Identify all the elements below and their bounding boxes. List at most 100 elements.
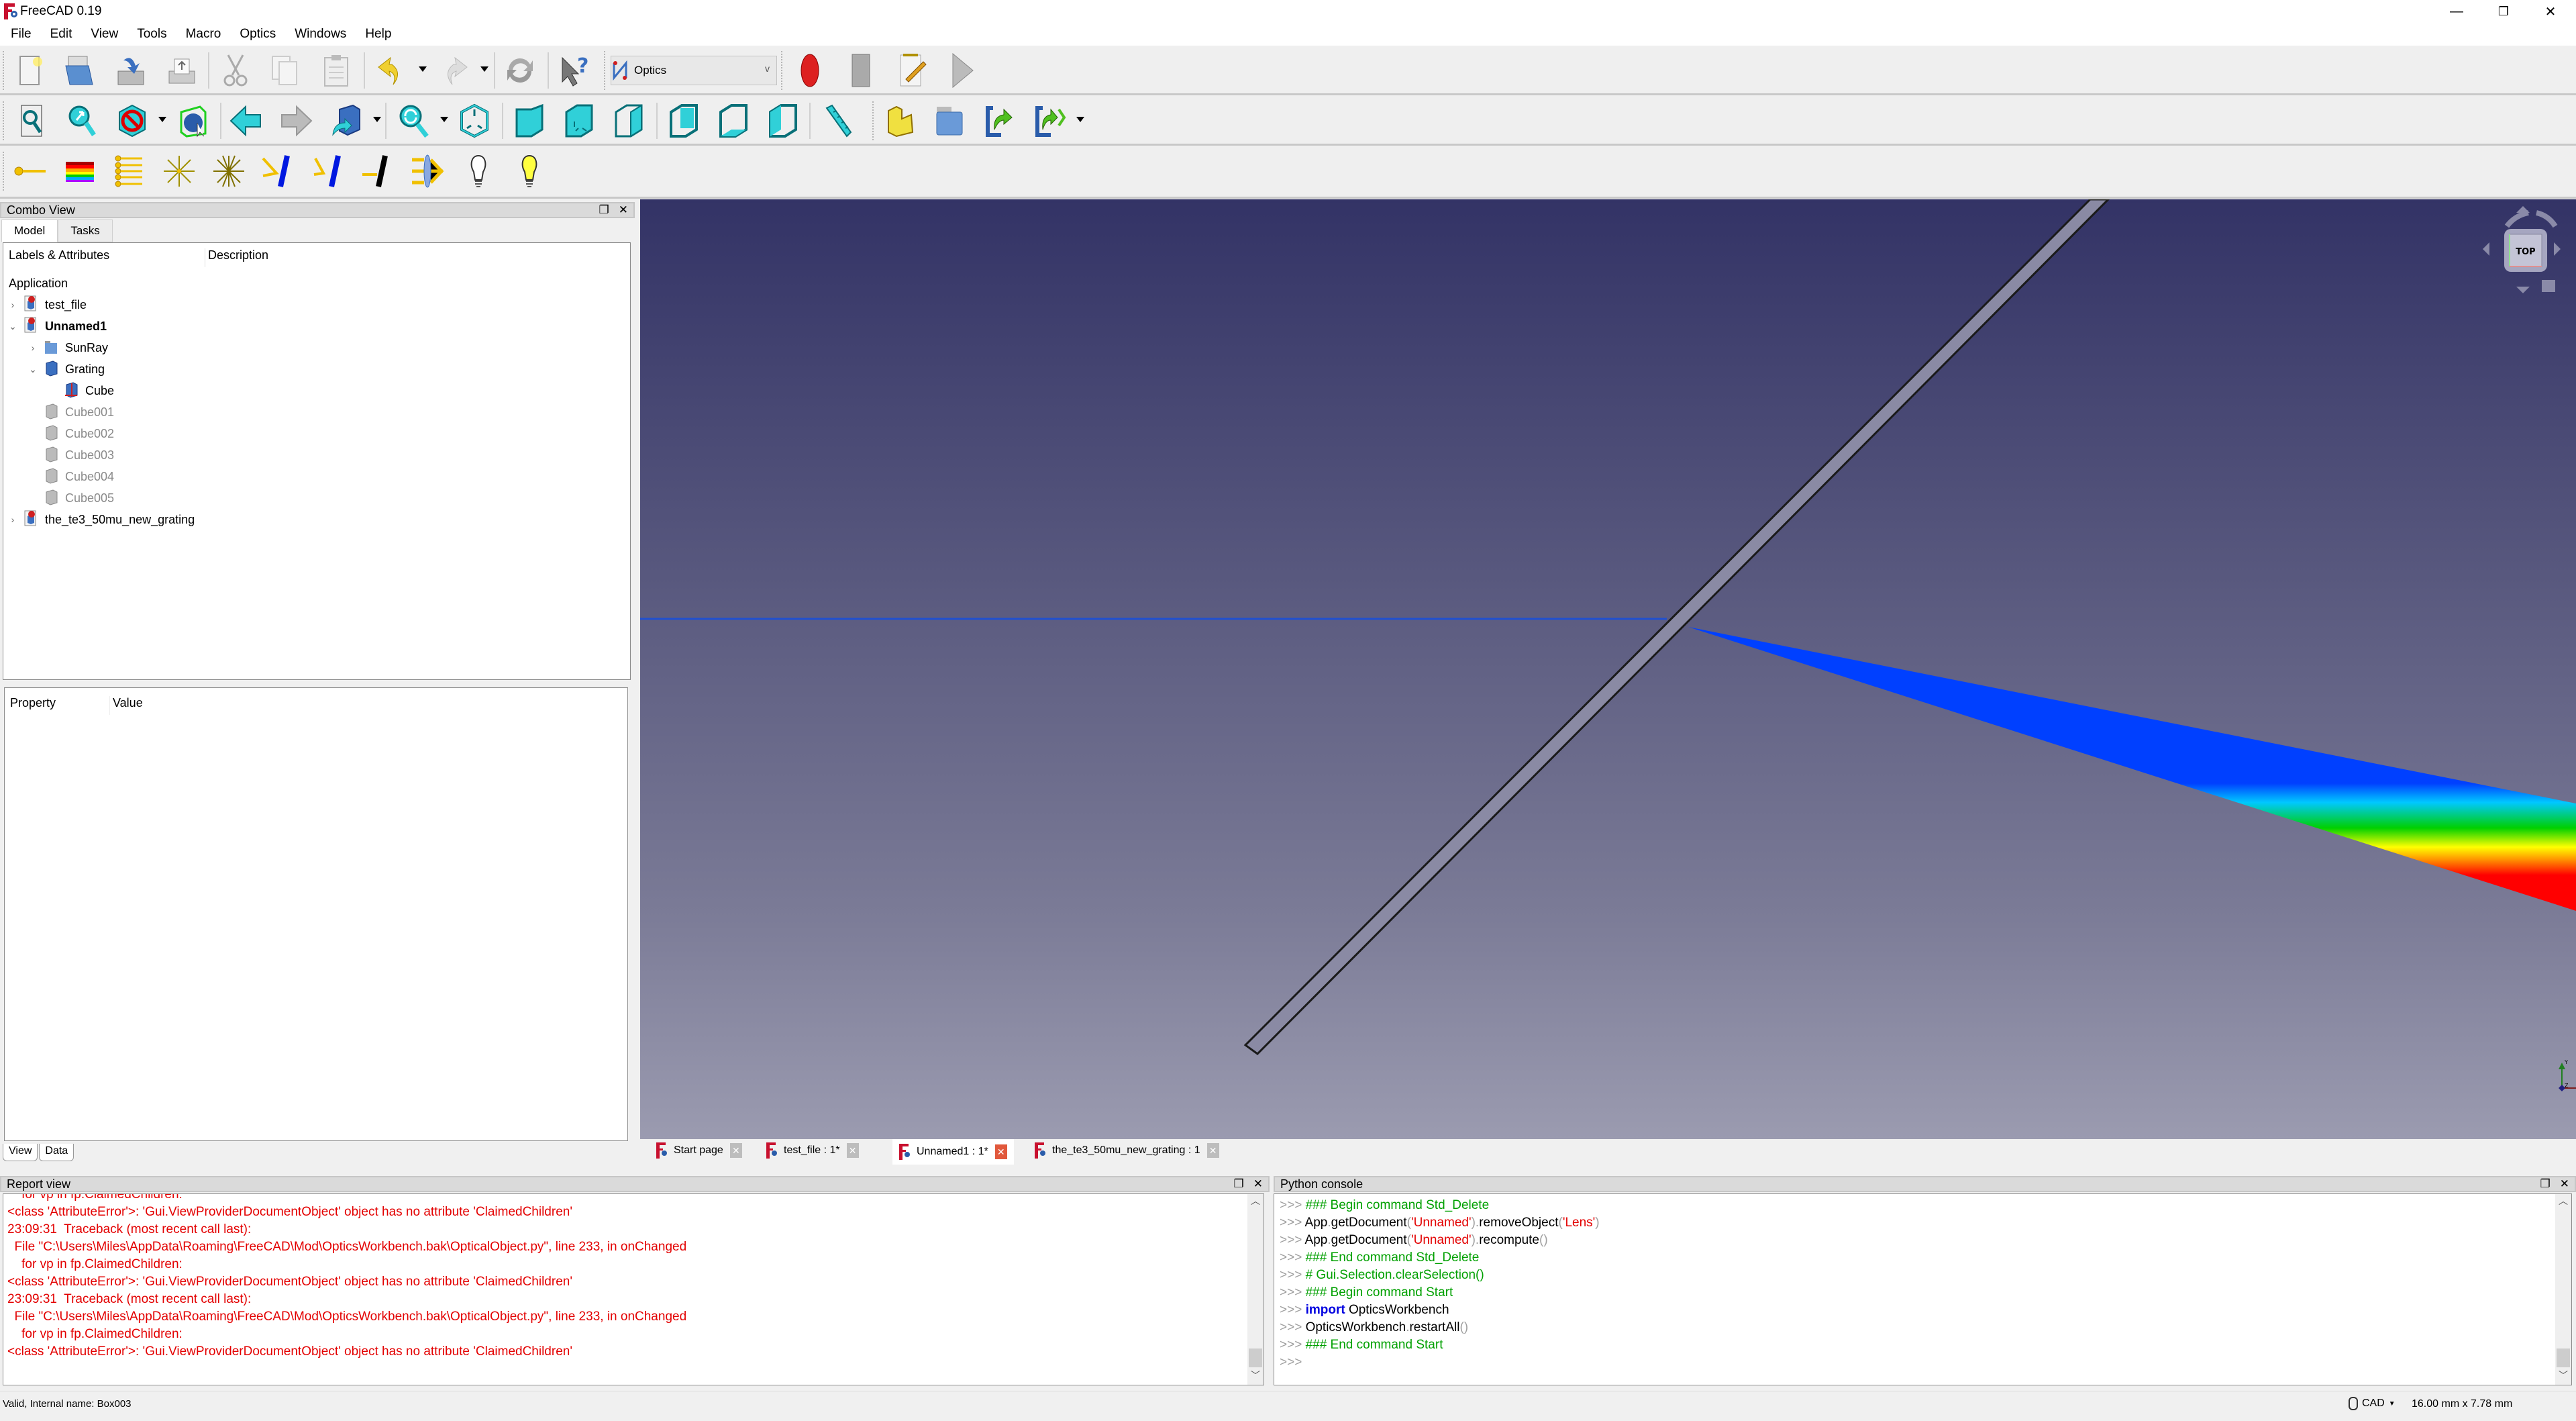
forward-icon[interactable] [278,103,314,139]
close-icon[interactable]: ✕ [1253,1177,1263,1191]
restore-button[interactable]: ❐ [2480,0,2527,23]
property-editor[interactable]: Property Value [4,687,628,1141]
python-console-input[interactable]: >>> ### Begin command Std_Delete >>> App.… [1274,1193,2572,1385]
tree-item[interactable]: ⌄ Unnamed1 [6,315,107,337]
tree-item[interactable]: Cube005 [26,487,114,509]
menu-windows[interactable]: Windows [285,24,356,44]
tree-item[interactable]: › test_file [6,294,87,315]
bounding-box-icon[interactable] [174,103,211,139]
tree-item[interactable]: Cube003 [26,444,114,466]
left-view-icon[interactable] [765,103,801,139]
whats-this-icon[interactable]: ? [556,52,592,89]
point-source-2d-icon[interactable] [161,153,197,189]
scroll-up-icon[interactable]: ︿ [2555,1194,2571,1210]
close-tab-icon[interactable]: ✕ [994,1144,1007,1159]
menu-tools[interactable]: Tools [127,24,176,44]
stop-macro-icon[interactable] [843,52,879,89]
menu-macro[interactable]: Macro [176,24,231,44]
float-icon[interactable]: ❐ [599,203,609,217]
tab-data[interactable]: Data [39,1144,74,1161]
close-tab-icon[interactable]: ✕ [1206,1143,1219,1158]
run-macro-icon[interactable] [945,52,981,89]
tab-model[interactable]: Model [1,219,58,242]
create-group-icon[interactable] [931,103,968,139]
create-part-icon[interactable] [882,103,918,139]
toolbar-grip[interactable] [3,51,7,90]
scroll-up-icon[interactable]: ︿ [1247,1194,1264,1210]
close-icon[interactable]: ✕ [2560,1177,2569,1191]
bottom-view-icon[interactable] [715,103,752,139]
cut-icon[interactable] [217,52,254,89]
ray-sun-icon[interactable] [62,153,98,189]
navigation-style-selector[interactable]: CAD ▼ [2349,1397,2395,1410]
column-header-property[interactable]: Property [10,696,56,715]
chevron-right-icon[interactable]: › [26,342,40,353]
tree-item[interactable]: Cube004 [26,466,114,487]
dropdown-arrow-icon[interactable] [1076,117,1084,122]
paste-icon[interactable] [318,52,354,89]
make-link-icon[interactable] [981,103,1017,139]
ray-single-icon[interactable] [12,153,48,189]
dropdown-arrow-icon[interactable] [440,117,448,122]
grating-icon[interactable] [310,153,346,189]
rear-view-icon[interactable] [666,103,702,139]
tab-tasks[interactable]: Tasks [58,219,113,242]
fit-all-icon[interactable] [13,103,50,139]
menu-help[interactable]: Help [356,24,401,44]
doc-tab[interactable]: the_te3_50mu_new_grating : 1 ✕ [1028,1139,1226,1162]
dropdown-arrow-icon[interactable] [373,117,381,122]
scroll-thumb[interactable] [1249,1349,1262,1367]
tree-item[interactable]: › SunRay [26,337,108,358]
float-icon[interactable]: ❐ [2540,1177,2551,1191]
report-output[interactable]: for vp in fp.ClaimedChildren: <class 'Att… [3,1193,1264,1385]
isometric-icon[interactable] [456,103,493,139]
print-icon[interactable] [164,52,200,89]
close-button[interactable]: ✕ [2527,0,2574,23]
menu-view[interactable]: View [81,24,127,44]
edit-macro-icon[interactable] [894,52,930,89]
undo-icon[interactable] [373,52,409,89]
tab-view[interactable]: View [3,1144,38,1161]
sync-view-icon[interactable] [396,103,432,139]
chevron-down-icon[interactable]: ⌄ [6,321,19,332]
measure-distance-icon[interactable] [820,103,856,139]
chevron-down-icon[interactable]: ⌄ [26,364,40,375]
doc-tab[interactable]: test_file : 1* ✕ [760,1139,866,1162]
redo-icon[interactable] [436,52,472,89]
open-icon[interactable] [62,52,98,89]
console-scrollbar[interactable]: ︿ ﹀ [2555,1194,2571,1385]
column-header-labels[interactable]: Labels & Attributes [9,248,109,267]
save-icon[interactable] [113,52,149,89]
chevron-right-icon[interactable]: › [6,299,19,310]
lens-icon[interactable] [409,153,446,189]
mirror-icon[interactable] [260,153,297,189]
report-scrollbar[interactable]: ︿ ﹀ [1247,1194,1264,1385]
column-header-value[interactable]: Value [109,696,143,715]
workbench-selector[interactable]: Optics v [611,56,777,85]
menu-optics[interactable]: Optics [230,24,285,44]
off-icon[interactable] [460,153,497,189]
tree-item[interactable]: ⌄ Grating [26,358,105,380]
right-view-icon[interactable] [611,103,647,139]
close-tab-icon[interactable]: ✕ [729,1143,742,1158]
model-tree[interactable]: Labels & Attributes Description Applicat… [3,242,631,680]
fit-selection-icon[interactable] [63,103,99,139]
draw-style-icon[interactable] [114,103,150,139]
std-views-icon[interactable] [329,103,365,139]
minimize-button[interactable]: — [2433,0,2480,23]
tree-item[interactable]: Cube [46,380,114,401]
absorber-icon[interactable] [360,153,396,189]
front-view-icon[interactable] [511,103,548,139]
copy-icon[interactable] [267,52,303,89]
close-icon[interactable]: ✕ [619,203,628,217]
tree-item[interactable]: Cube001 [26,401,114,423]
column-header-description[interactable]: Description [205,248,268,267]
tree-item[interactable]: › the_te3_50mu_new_grating [6,509,195,530]
undo-dropdown-icon[interactable] [419,66,427,72]
grating-plate[interactable] [1243,199,2110,1055]
refresh-icon[interactable] [502,52,538,89]
ray-beam-icon[interactable] [111,153,148,189]
link-actions-icon[interactable] [1031,103,1067,139]
menu-edit[interactable]: Edit [41,24,82,44]
close-tab-icon[interactable]: ✕ [846,1143,859,1158]
